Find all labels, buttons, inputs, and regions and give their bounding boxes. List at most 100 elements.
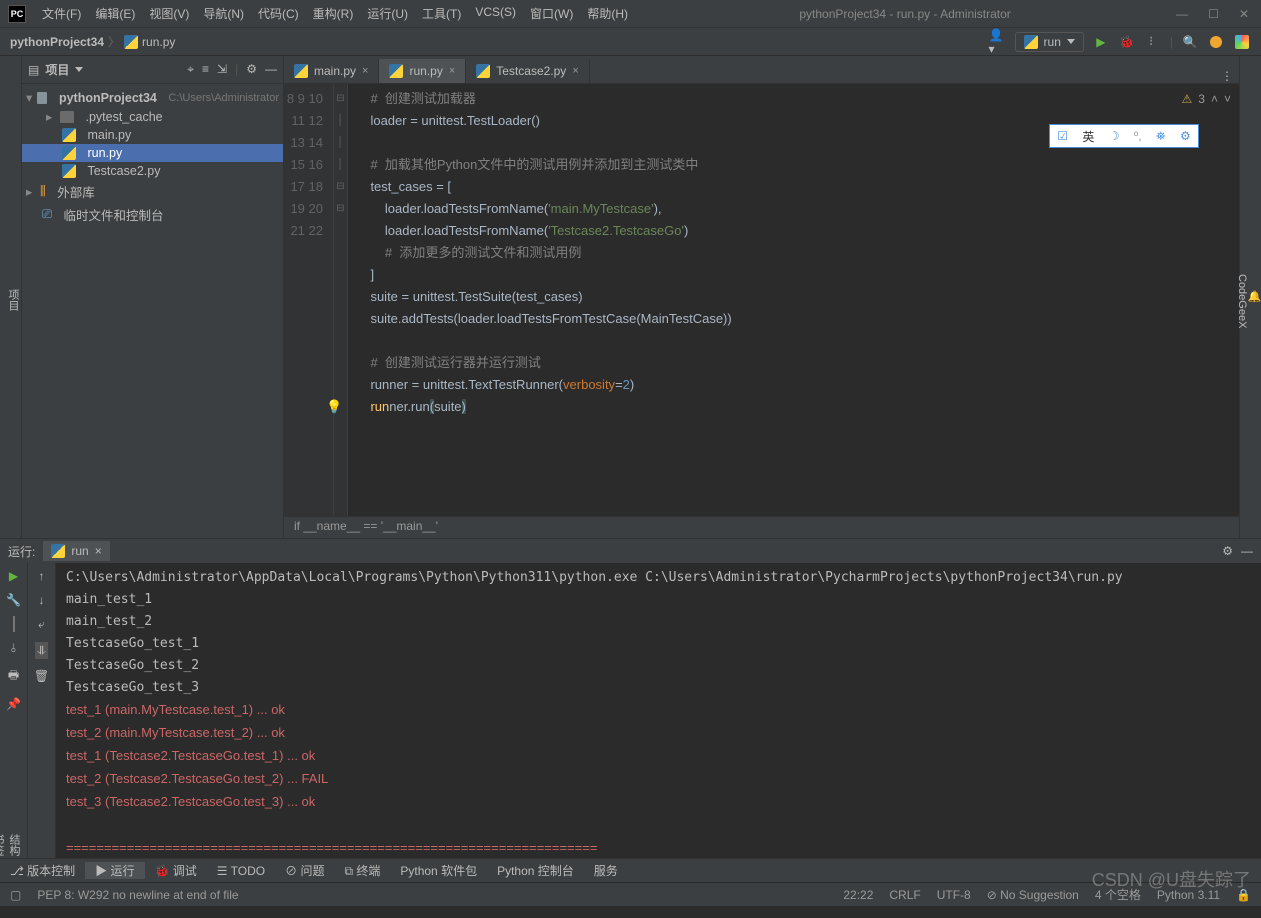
tree-selected: run.py xyxy=(22,144,283,162)
bottom-tool-bar: ⎇ 版本控制▶ 运行🐞 调试☰ TODO⊘ 问题⧉ 终端Python 软件包Py… xyxy=(0,858,1261,882)
target-icon[interactable]: ⌖ xyxy=(187,62,194,77)
menu-item[interactable]: 运行(U) xyxy=(361,3,414,24)
menu-item[interactable]: 工具(T) xyxy=(416,3,467,24)
close-icon[interactable]: × xyxy=(572,65,578,77)
print-icon[interactable]: 🖶 xyxy=(8,666,19,687)
caret-down-icon[interactable]: ˅ xyxy=(1224,92,1231,106)
project-panel: ▤ 项目 ⌖ ≡ ⇲ | ⚙ — ▾ pythonProject34 C:\Us… xyxy=(22,56,284,538)
help-yellow-icon[interactable] xyxy=(1207,33,1225,51)
layout-icon[interactable]: ⫰ xyxy=(11,641,16,656)
maximize-icon[interactable]: ☐ xyxy=(1208,7,1219,21)
run-button[interactable]: ▶ xyxy=(1092,33,1110,51)
softwrap-icon[interactable]: ⤶ xyxy=(38,617,45,632)
bottom-tool-运行[interactable]: ▶ 运行 xyxy=(85,862,144,879)
status-crlf[interactable]: CRLF xyxy=(889,888,920,902)
trash-icon[interactable]: 🗑 xyxy=(34,669,49,683)
project-tool-icon[interactable]: ▤ xyxy=(28,63,39,77)
status-rect-icon[interactable]: ▢ xyxy=(10,888,21,902)
editor-tab[interactable]: run.py× xyxy=(379,59,466,83)
menu-item[interactable]: 代码(C) xyxy=(252,3,305,24)
gear-icon[interactable]: ⚙ xyxy=(1222,544,1233,558)
python-file-icon xyxy=(62,128,76,142)
close-icon[interactable]: × xyxy=(362,65,368,77)
breadcrumb-file[interactable]: run.py xyxy=(142,35,175,49)
down-icon[interactable]: ↓ xyxy=(39,593,45,607)
menu-item[interactable]: 导航(N) xyxy=(197,3,250,24)
stop-icon[interactable] xyxy=(13,617,15,631)
python-file-icon xyxy=(476,64,490,78)
console-output[interactable]: C:\Users\Administrator\AppData\Local\Pro… xyxy=(56,563,1261,858)
gear-icon[interactable]: ⚙ xyxy=(1180,129,1191,143)
bottom-tool-服务[interactable]: 服务 xyxy=(584,862,628,879)
editor-tabs: main.py×run.py×Testcase2.py× ⋮ xyxy=(284,56,1239,84)
menu-item[interactable]: 重构(R) xyxy=(307,3,360,24)
no-suggestion[interactable]: ⊘ No Suggestion xyxy=(987,888,1079,902)
close-icon[interactable]: ✕ xyxy=(1239,7,1249,21)
lightbulb-icon[interactable]: 💡 xyxy=(326,396,342,418)
menu-item[interactable]: 窗口(W) xyxy=(524,3,579,24)
debug-button[interactable]: 🐞 xyxy=(1118,33,1136,51)
chevron-down-icon xyxy=(1067,39,1075,44)
left-bottom-tabs[interactable]: 结构 书签 xyxy=(0,834,22,870)
colorsquare-icon[interactable] xyxy=(1233,33,1251,51)
status-encoding[interactable]: UTF-8 xyxy=(937,888,971,902)
python-file-icon xyxy=(294,64,308,78)
watermark: CSDN @U盘失踪了 xyxy=(1092,866,1251,892)
status-hint: PEP 8: W292 no newline at end of file xyxy=(37,888,238,902)
expand-icon[interactable]: ⇲ xyxy=(217,62,227,77)
run-config-selector[interactable]: run xyxy=(1015,32,1084,52)
wrench-icon[interactable]: 🔧 xyxy=(6,593,21,607)
menu-item[interactable]: 编辑(E) xyxy=(89,3,141,24)
bottom-tool-Python 控制台[interactable]: Python 控制台 xyxy=(487,862,584,879)
tabs-more-icon[interactable]: ⋮ xyxy=(1221,69,1231,83)
ime-floating-bar[interactable]: ☑ 英 ☽ º, ⛯ ⚙ xyxy=(1049,124,1199,148)
scroll-icon[interactable]: ⥥ xyxy=(35,642,48,659)
hide-icon[interactable]: — xyxy=(1241,544,1253,558)
comma-icon[interactable]: º, xyxy=(1134,129,1142,143)
breadcrumb-project[interactable]: pythonProject34 xyxy=(10,35,104,49)
menu-item[interactable]: VCS(S) xyxy=(469,3,522,24)
menu-item[interactable]: 视图(V) xyxy=(143,3,195,24)
left-tool-strip[interactable]: 项目 xyxy=(0,56,22,538)
collapse-icon[interactable]: ≡ xyxy=(202,62,209,77)
rerun-icon[interactable]: ▶ xyxy=(9,569,18,583)
chevron-down-icon[interactable] xyxy=(75,67,83,72)
warning-icon: ⚠ xyxy=(1182,92,1193,106)
status-bar: ▢ PEP 8: W292 no newline at end of file … xyxy=(0,882,1261,906)
right-tool-strip[interactable]: 🔔 CodeGeeX xyxy=(1239,56,1261,538)
pin-icon[interactable]: 📌 xyxy=(6,697,21,711)
inspection-status[interactable]: ⚠ 3 ˄ ˅ xyxy=(1182,92,1231,106)
menu-item[interactable]: 文件(F) xyxy=(36,3,87,24)
bottom-tool-终端[interactable]: ⧉ 终端 xyxy=(334,862,390,879)
run-toolwindow: 运行: run × ⚙ — ▶ 🔧 ⫰ 🖶 📌 ↑ ↓ ⤶ ⥥ 🗑 C:\Use… xyxy=(0,538,1261,858)
hide-icon[interactable]: — xyxy=(265,62,277,77)
library-icon: ⫼ xyxy=(40,184,46,199)
project-panel-title: 项目 xyxy=(45,61,69,78)
close-icon[interactable]: × xyxy=(449,65,455,77)
run-tab[interactable]: run × xyxy=(43,541,109,561)
bottom-tool-TODO[interactable]: ☰ TODO xyxy=(207,864,275,878)
search-icon[interactable]: 🔍 xyxy=(1181,33,1199,51)
editor-tab[interactable]: main.py× xyxy=(284,59,379,83)
project-tree[interactable]: ▾ pythonProject34 C:\Users\Administrator… xyxy=(22,84,283,230)
more-run-icon[interactable]: ⠇ xyxy=(1144,33,1162,51)
folder-icon xyxy=(60,111,74,123)
bottom-tool-Python 软件包[interactable]: Python 软件包 xyxy=(390,862,487,879)
person-icon[interactable]: ⛯ xyxy=(1156,129,1166,144)
menu-item[interactable]: 帮助(H) xyxy=(581,3,634,24)
caret-up-icon[interactable]: ˄ xyxy=(1211,92,1218,106)
bottom-tool-调试[interactable]: 🐞 调试 xyxy=(145,862,207,879)
ime-check-icon[interactable]: ☑ xyxy=(1057,129,1068,143)
code-breadcrumb[interactable]: if __name__ == '__main__' xyxy=(284,516,1239,538)
minimize-icon[interactable]: — xyxy=(1176,7,1188,21)
fold-column[interactable]: ⊟ │ │ │ ⊟ ⊟ xyxy=(334,84,348,516)
gear-icon[interactable]: ⚙ xyxy=(246,62,257,77)
editor-tab[interactable]: Testcase2.py× xyxy=(466,59,589,83)
up-icon[interactable]: ↑ xyxy=(39,569,45,583)
close-icon[interactable]: × xyxy=(95,544,102,558)
moon-icon[interactable]: ☽ xyxy=(1109,129,1120,143)
user-dropdown-icon[interactable]: 👤▾ xyxy=(989,33,1007,51)
bottom-tool-问题[interactable]: ⊘ 问题 xyxy=(275,862,334,879)
folder-icon xyxy=(37,92,47,104)
code-editor[interactable]: # 创建测试加载器 loader = unittest.TestLoader()… xyxy=(348,84,1239,516)
